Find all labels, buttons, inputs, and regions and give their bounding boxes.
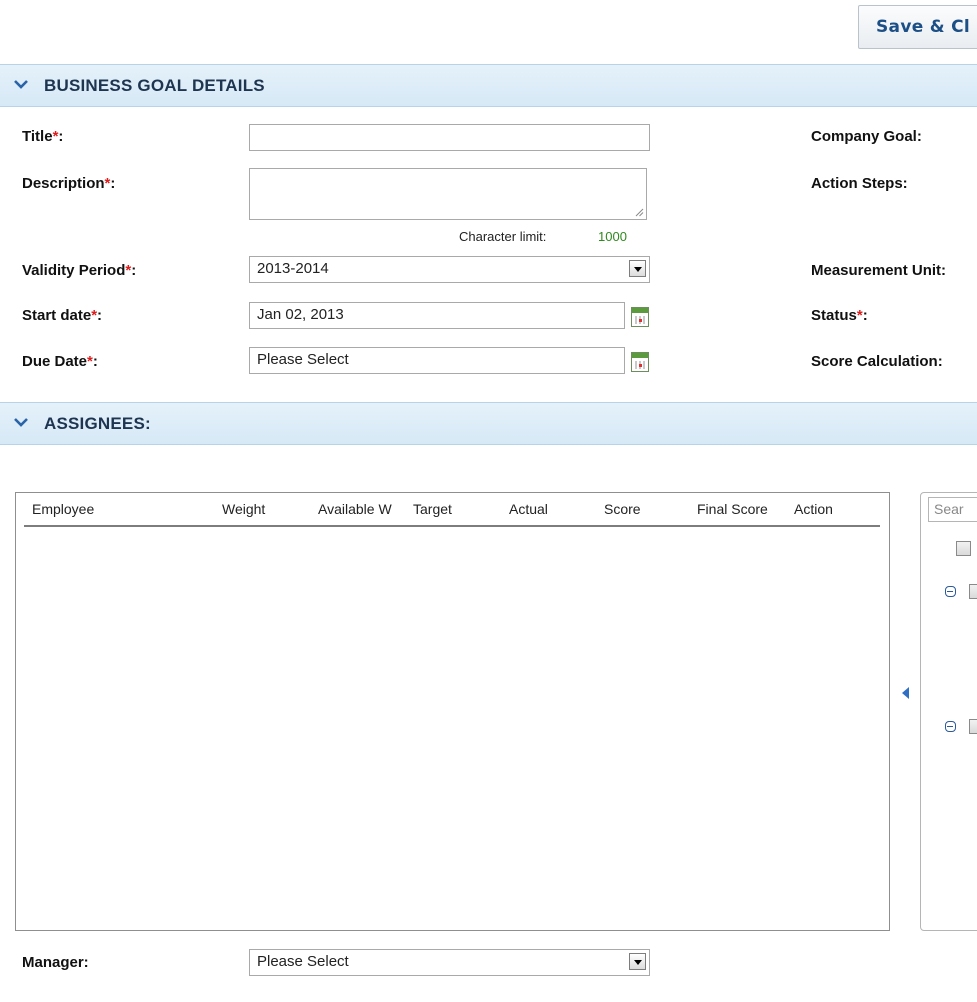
column-header-available-weight[interactable]: Available W [318,501,410,517]
resize-handle-icon [635,208,644,217]
validity-period-select[interactable]: 2013-2014 [249,256,650,283]
start-date-input[interactable]: Jan 02, 2013 [249,302,625,329]
business-goal-details-header[interactable]: BUSINESS GOAL DETAILS [0,64,977,107]
section-title: BUSINESS GOAL DETAILS [44,76,265,95]
due-date-value: Please Select [257,351,349,368]
select-all-checkbox[interactable] [956,541,971,556]
manager-select[interactable]: Please Select [249,949,650,976]
column-header-weight[interactable]: Weight [222,501,265,517]
arrow-left-icon[interactable] [902,687,909,699]
title-label: Title*: [22,128,64,145]
action-steps-label: Action Steps: [811,175,908,192]
chevron-down-icon [14,80,28,89]
header-divider [24,525,880,527]
start-date-value: Jan 02, 2013 [257,306,344,323]
column-header-final-score[interactable]: Final Score [697,501,768,517]
calendar-icon[interactable] [631,352,649,372]
manager-label: Manager: [22,954,89,971]
manager-value: Please Select [257,953,349,970]
calendar-icon[interactable] [631,307,649,327]
column-header-employee[interactable]: Employee [32,501,94,517]
column-header-score[interactable]: Score [604,501,641,517]
chevron-down-icon[interactable] [629,260,646,277]
assignees-header[interactable]: ASSIGNEES: [0,402,977,445]
description-textarea[interactable] [249,168,647,220]
character-limit-label: Character limit: [459,229,547,244]
collapse-icon[interactable] [945,586,956,597]
validity-period-label: Validity Period*: [22,262,137,279]
start-date-label: Start date*: [22,307,103,324]
tree-search-input[interactable]: Sear [928,497,977,522]
title-input[interactable] [249,124,650,151]
tree-node-checkbox[interactable] [969,719,977,734]
chevron-down-icon[interactable] [629,953,646,970]
employee-tree-panel [920,492,977,931]
score-calculation-label: Score Calculation: [811,353,943,370]
tree-node-checkbox[interactable] [969,584,977,599]
column-header-action[interactable]: Action [794,501,833,517]
validity-period-value: 2013-2014 [257,260,329,277]
character-limit-value: 1000 [598,229,627,244]
due-date-label: Due Date*: [22,353,98,370]
column-header-actual[interactable]: Actual [509,501,548,517]
description-label: Description*: [22,175,116,192]
collapse-icon[interactable] [945,721,956,732]
company-goal-label: Company Goal: [811,128,922,145]
assignees-grid: Employee Weight Available W Target Actua… [15,492,890,931]
chevron-down-icon [14,418,28,427]
due-date-input[interactable]: Please Select [249,347,625,374]
column-header-target[interactable]: Target [413,501,452,517]
measurement-unit-label: Measurement Unit: [811,262,947,279]
section-title: ASSIGNEES: [44,414,151,433]
save-close-button[interactable]: Save & Cl [858,5,977,49]
status-label: Status*: [811,307,868,324]
